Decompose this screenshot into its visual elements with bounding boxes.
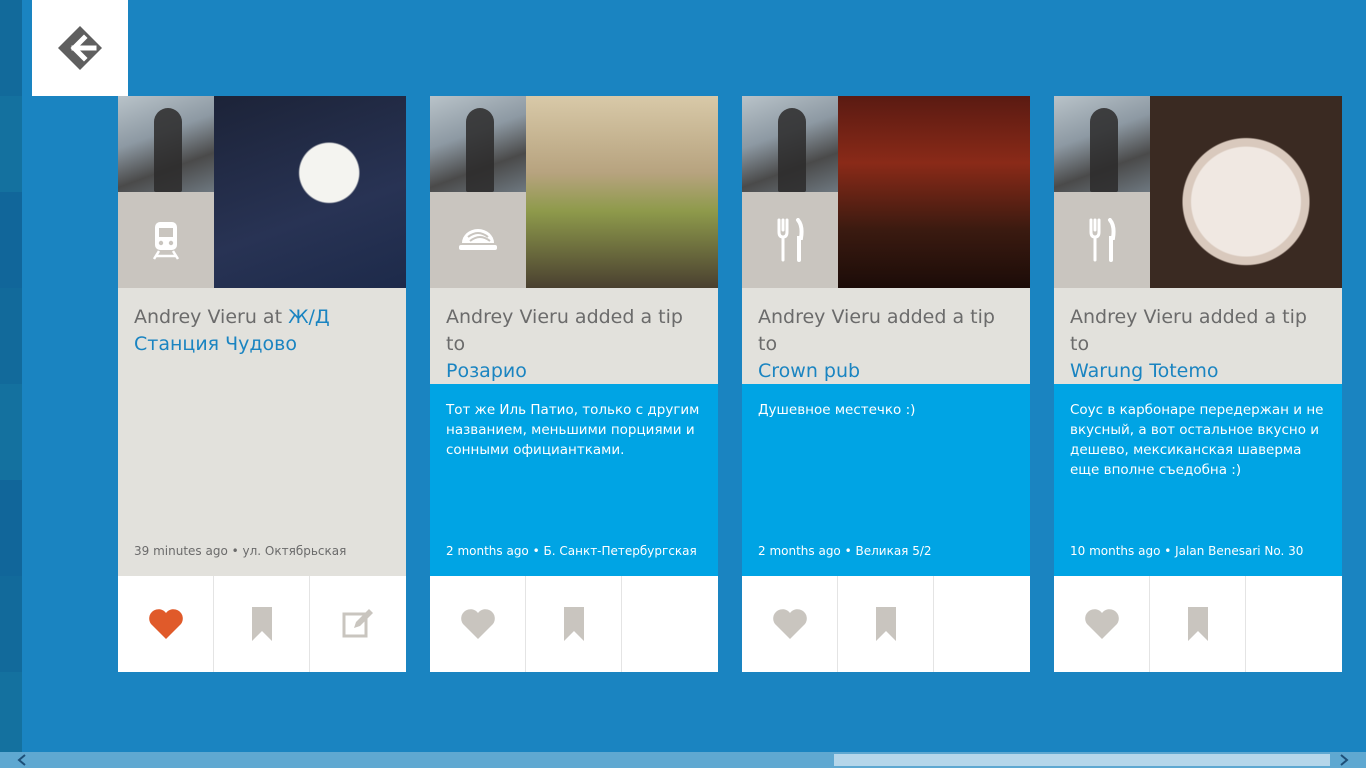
- venue-photo[interactable]: [1150, 96, 1342, 288]
- dish-icon: [459, 229, 497, 250]
- venue-link[interactable]: Warung Totemo: [1070, 360, 1218, 382]
- card-header: Andrey Vieru added a tip to Warung Totem…: [1054, 288, 1342, 384]
- card-actions: [1054, 576, 1342, 672]
- bookmark-icon: [563, 607, 584, 641]
- left-edge-strip: [0, 0, 22, 752]
- location: Jalan Benesari No. 30: [1175, 544, 1304, 558]
- fork-knife-icon: [777, 218, 804, 262]
- action-text: at: [262, 306, 283, 328]
- empty-action-slot: [1246, 576, 1342, 672]
- user-name[interactable]: Andrey Vieru: [134, 306, 257, 328]
- heart-icon: [460, 609, 495, 639]
- edit-icon: [342, 609, 373, 638]
- user-name[interactable]: Andrey Vieru: [1070, 306, 1193, 328]
- checkin-card[interactable]: Andrey Vieru at Ж/Д Станция Чудово 39 mi…: [118, 96, 406, 672]
- meta-separator: •: [840, 544, 856, 558]
- card-actions: [118, 576, 406, 672]
- venue-photo[interactable]: [526, 96, 718, 288]
- meta-separator: •: [528, 544, 544, 558]
- category-tile: [430, 192, 526, 288]
- tip-card[interactable]: Andrey Vieru added a tip to Crown pub Ду…: [742, 96, 1030, 672]
- card-meta: 39 minutes ago • ул. Октябрьская: [134, 544, 346, 558]
- back-button[interactable]: [32, 0, 128, 96]
- fork-knife-icon: [1089, 218, 1116, 262]
- horizontal-scrollbar[interactable]: [0, 752, 1366, 768]
- avatar[interactable]: [430, 96, 526, 192]
- card-header: Andrey Vieru added a tip to Розарио: [430, 288, 718, 384]
- train-icon: [152, 222, 180, 260]
- card-media: [1054, 96, 1342, 288]
- avatar[interactable]: [742, 96, 838, 192]
- venue-link[interactable]: Розарио: [446, 360, 527, 382]
- chevron-right-icon: [1340, 754, 1349, 766]
- tip-card[interactable]: Andrey Vieru added a tip to Розарио Тот …: [430, 96, 718, 672]
- avatar[interactable]: [118, 96, 214, 192]
- scroll-left-button[interactable]: [14, 752, 30, 768]
- scroll-right-button[interactable]: [1336, 752, 1352, 768]
- card-media: [118, 96, 406, 288]
- user-name[interactable]: Andrey Vieru: [758, 306, 881, 328]
- category-tile: [1054, 192, 1150, 288]
- bookmark-icon: [875, 607, 896, 641]
- category-tile: [742, 192, 838, 288]
- card-media: [742, 96, 1030, 288]
- bookmark-button[interactable]: [526, 576, 622, 672]
- location: Б. Санкт-Петербургская: [543, 544, 697, 558]
- card-meta: 2 months ago • Б. Санкт-Петербургская: [446, 544, 697, 558]
- user-name[interactable]: Andrey Vieru: [446, 306, 569, 328]
- venue-link[interactable]: Crown pub: [758, 360, 860, 382]
- card-actions: [430, 576, 718, 672]
- venue-photo[interactable]: [214, 96, 406, 288]
- like-button[interactable]: [1054, 576, 1150, 672]
- bookmark-icon: [1187, 607, 1208, 641]
- venue-link[interactable]: Ж/Д: [288, 306, 330, 328]
- bookmark-button[interactable]: [214, 576, 310, 672]
- category-tile: [118, 192, 214, 288]
- tip-text: Тот же Иль Патио, только с другим назван…: [446, 402, 700, 458]
- heart-icon: [1084, 609, 1119, 639]
- heart-icon: [772, 609, 807, 639]
- back-arrow-icon: [58, 26, 102, 70]
- like-button[interactable]: [118, 576, 214, 672]
- tip-card[interactable]: Andrey Vieru added a tip to Warung Totem…: [1054, 96, 1342, 672]
- tip-text: Соус в карбонаре передержан и не вкусный…: [1070, 402, 1324, 478]
- empty-action-slot: [934, 576, 1030, 672]
- heart-icon: [148, 609, 183, 639]
- timestamp: 2 months ago: [446, 544, 529, 558]
- meta-separator: •: [227, 544, 243, 558]
- scrollbar-thumb[interactable]: [834, 754, 1330, 766]
- tip-text: Душевное местечко :): [758, 402, 916, 418]
- bookmark-button[interactable]: [838, 576, 934, 672]
- venue-link-line2[interactable]: Станция Чудово: [134, 333, 297, 355]
- venue-photo[interactable]: [838, 96, 1030, 288]
- avatar[interactable]: [1054, 96, 1150, 192]
- like-button[interactable]: [742, 576, 838, 672]
- timestamp: 2 months ago: [758, 544, 841, 558]
- timestamp: 10 months ago: [1070, 544, 1161, 558]
- bookmark-icon: [251, 607, 272, 641]
- location: ул. Октябрьская: [242, 544, 347, 558]
- card-actions: [742, 576, 1030, 672]
- card-header: Andrey Vieru at Ж/Д Станция Чудово: [118, 288, 406, 576]
- card-meta: 10 months ago • Jalan Benesari No. 30: [1070, 544, 1303, 558]
- bookmark-button[interactable]: [1150, 576, 1246, 672]
- timestamp: 39 minutes ago: [134, 544, 228, 558]
- card-media: [430, 96, 718, 288]
- empty-action-slot: [622, 576, 718, 672]
- meta-separator: •: [1160, 544, 1176, 558]
- location: Великая 5/2: [855, 544, 932, 558]
- chevron-left-icon: [17, 754, 26, 766]
- edit-button[interactable]: [310, 576, 406, 672]
- card-header: Andrey Vieru added a tip to Crown pub: [742, 288, 1030, 384]
- like-button[interactable]: [430, 576, 526, 672]
- card-meta: 2 months ago • Великая 5/2: [758, 544, 932, 558]
